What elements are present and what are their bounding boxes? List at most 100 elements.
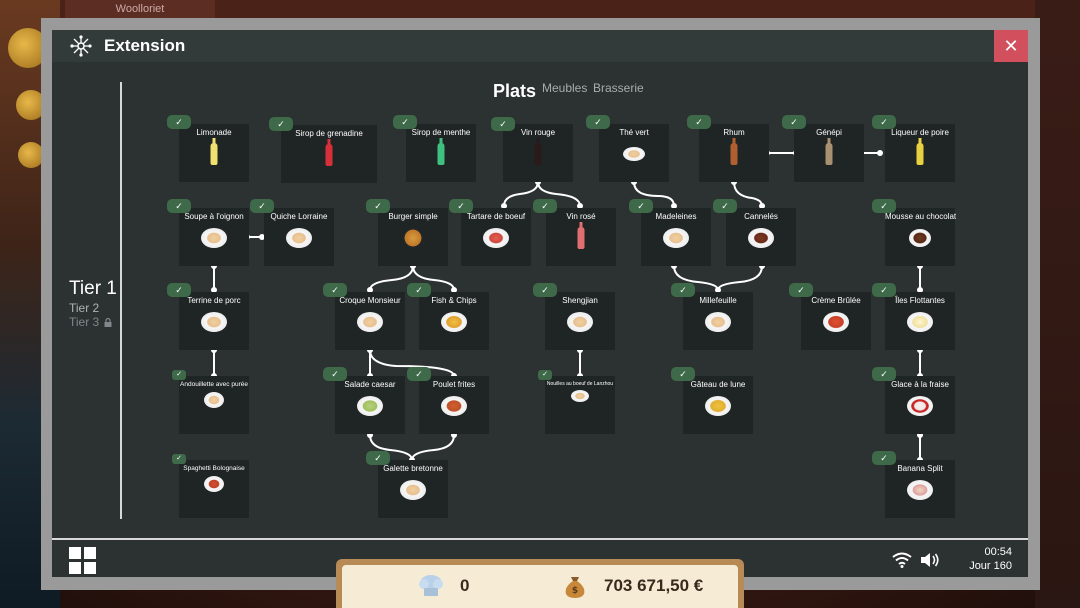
speaker-icon[interactable] [920, 552, 940, 568]
svg-text:$: $ [572, 586, 578, 596]
check-icon: ✓ [872, 283, 896, 297]
recipe-card-terrine[interactable]: Terrine de porc [179, 292, 249, 350]
recipe-card-andouillette[interactable]: Andouillette avec purée [179, 376, 249, 434]
tartare-plate-icon [483, 228, 509, 248]
check-icon: ✓ [269, 117, 293, 131]
background-right [1035, 0, 1080, 608]
recipe-label: Cannelés [744, 212, 778, 221]
recipe-card-banana-split[interactable]: Banana Split [885, 460, 955, 518]
currency-bar: 0 $ 703 671,50 € [336, 559, 744, 608]
grid-menu-icon[interactable] [69, 547, 97, 575]
recipe-card-spaghetti[interactable]: Spaghetti Bolognaise [179, 460, 249, 518]
recipe-label: Banana Split [897, 464, 943, 473]
recipe-card-poulet-frites[interactable]: Poulet frites [419, 376, 489, 434]
recipe-card-fish-chips[interactable]: Fish & Chips [419, 292, 489, 350]
recipe-label: Rhum [723, 128, 745, 137]
check-icon: ✓ [671, 283, 695, 297]
recipe-card-vin-rouge[interactable]: Vin rouge [503, 124, 573, 182]
recipe-card-nouilles[interactable]: Nouilles au boeuf de Lanzhou [545, 376, 615, 434]
recipe-card-soupe-oignon[interactable]: Soupe à l'oignon [179, 208, 249, 266]
quiche-plate-icon [286, 228, 312, 248]
millefeuille-plate-icon [705, 312, 731, 332]
recipe-card-rhum[interactable]: Rhum [699, 124, 769, 182]
recipe-card-sirop-grenadine[interactable]: Sirop de grenadine [281, 125, 377, 183]
spaghetti-plate-icon [204, 476, 224, 492]
check-icon: ✓ [782, 115, 806, 129]
recipe-card-shengjian[interactable]: Shengjian [545, 292, 615, 350]
recipe-label: Millefeuille [699, 296, 737, 305]
wifi-icon[interactable] [892, 552, 912, 568]
recipe-label: Glace à la fraise [891, 380, 949, 389]
recipe-card-iles-flottantes[interactable]: Îles Flottantes [885, 292, 955, 350]
check-icon: ✓ [167, 199, 191, 213]
recipe-card-quiche[interactable]: Quiche Lorraine [264, 208, 334, 266]
clock-time: 00:54 [984, 546, 1012, 558]
recipe-card-gateau-lune[interactable]: Gâteau de lune [683, 376, 753, 434]
shengjian-plate-icon [567, 312, 593, 332]
recipe-card-genepi[interactable]: Génépi [794, 124, 864, 182]
recipe-label: Thé vert [619, 128, 649, 137]
recipe-tree: Limonade ✓ Sirop de grenadine ✓ Sirop de… [52, 30, 1028, 577]
check-icon: ✓ [713, 199, 737, 213]
currency-panel: 0 $ 703 671,50 € [342, 565, 738, 608]
canneles-plate-icon [748, 228, 774, 248]
recipe-card-galette[interactable]: Galette bretonne [378, 460, 448, 518]
recipe-label: Génépi [816, 128, 842, 137]
recipe-card-glace-fraise[interactable]: Glace à la fraise [885, 376, 955, 434]
recipe-label: Terrine de porc [187, 296, 241, 305]
recipe-card-canneles[interactable]: Cannelés [726, 208, 796, 266]
rose-wine-bottle-icon [577, 222, 585, 249]
burger-icon [400, 228, 426, 248]
creme-brulee-icon [823, 312, 849, 332]
recipe-label: Galette bretonne [383, 464, 443, 473]
check-icon: ✓ [629, 199, 653, 213]
recipe-label: Mousse au chocolat [885, 212, 957, 221]
extension-window: Extension ✕ Tier 1 Tier 2 Tier 3 Plats M… [52, 30, 1028, 577]
chicken-fries-plate-icon [441, 396, 467, 416]
recipe-label: Tartare de boeuf [466, 212, 526, 221]
recipe-card-vin-rose[interactable]: Vin rosé [546, 208, 616, 266]
recipe-card-burger[interactable]: Burger simple [378, 208, 448, 266]
recipe-label: Andouillette avec purée [180, 381, 248, 388]
check-icon: ✓ [323, 283, 347, 297]
recipe-card-tartare[interactable]: Tartare de boeuf [461, 208, 531, 266]
check-icon: ✓ [172, 370, 186, 380]
check-icon: ✓ [538, 370, 552, 380]
recipe-card-mousse[interactable]: Mousse au chocolat [885, 208, 957, 266]
caesar-salad-plate-icon [357, 396, 383, 416]
recipe-card-sirop-menthe[interactable]: Sirop de menthe [406, 124, 476, 182]
recipe-card-the-vert[interactable]: Thé vert [599, 124, 669, 182]
check-icon: ✓ [789, 283, 813, 297]
recipe-card-madeleines[interactable]: Madeleines [641, 208, 711, 266]
terrine-plate-icon [201, 312, 227, 332]
check-icon: ✓ [872, 367, 896, 381]
recipe-card-croque[interactable]: Croque Monsieur [335, 292, 405, 350]
check-icon: ✓ [533, 283, 557, 297]
recipe-label: Spaghetti Bolognaise [183, 465, 245, 472]
check-icon: ✓ [250, 199, 274, 213]
recipe-card-salade-caesar[interactable]: Salade caesar [335, 376, 405, 434]
recipe-label: Limonade [196, 128, 232, 137]
recipe-label: Îles Flottantes [895, 296, 945, 305]
check-icon: ✓ [407, 283, 431, 297]
money-amount: 703 671,50 € [604, 576, 704, 595]
genepi-bottle-icon [825, 138, 833, 165]
recipe-card-creme-brulee[interactable]: Crème Brûlée [801, 292, 871, 350]
croque-monsieur-plate-icon [357, 312, 383, 332]
check-icon: ✓ [366, 199, 390, 213]
background-tab: Woolloriet [65, 0, 215, 18]
noodle-bowl-icon [571, 390, 589, 402]
recipe-card-liqueur-poire[interactable]: Liqueur de poire [885, 124, 955, 182]
red-wine-bottle-icon [534, 138, 542, 165]
recipe-label: Sirop de menthe [411, 128, 471, 137]
recipe-label: Salade caesar [344, 380, 396, 389]
recipe-card-limonade[interactable]: Limonade [179, 124, 249, 182]
recipe-card-millefeuille[interactable]: Millefeuille [683, 292, 753, 350]
andouillette-plate-icon [204, 392, 224, 408]
recipe-label: Soupe à l'oignon [184, 212, 244, 221]
lemonade-bottle-icon [210, 138, 218, 165]
day-counter: Jour 160 [969, 560, 1012, 572]
recipe-label: Vin rosé [566, 212, 596, 221]
recipe-label: Croque Monsieur [339, 296, 401, 305]
grenadine-bottle-icon [325, 139, 333, 166]
